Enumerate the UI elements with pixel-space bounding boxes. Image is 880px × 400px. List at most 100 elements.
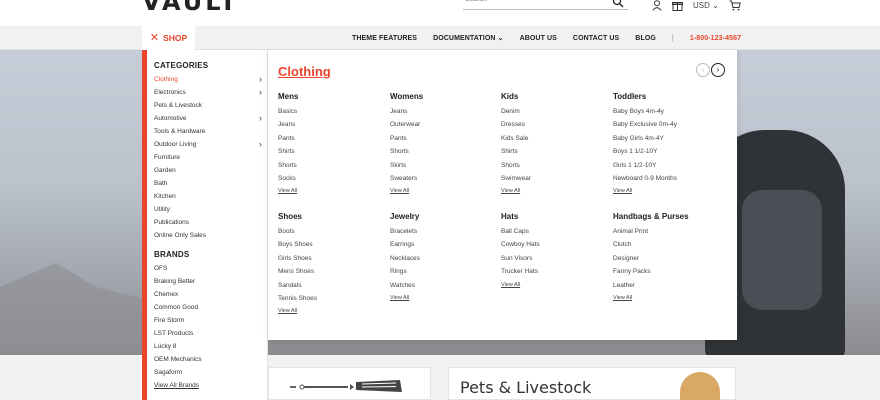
column-link[interactable]: Basics — [278, 105, 388, 118]
next-arrow-icon[interactable]: › — [711, 63, 725, 77]
nav-phone[interactable]: 1-800-123-4567 — [690, 35, 741, 42]
column-link[interactable]: Girls 1 1/2-10Y — [613, 159, 723, 172]
column-heading[interactable]: Toddlers — [613, 92, 723, 105]
column-link[interactable]: Socks — [278, 172, 388, 185]
column-link[interactable]: Sweaters — [390, 172, 500, 185]
column-heading[interactable]: Hats — [501, 212, 611, 225]
category-item[interactable]: Bath — [154, 177, 262, 190]
category-item[interactable]: Publications — [154, 216, 262, 229]
brand-item[interactable]: Fire Storm — [154, 314, 262, 327]
category-item[interactable]: Automotive › — [154, 112, 262, 125]
category-item[interactable]: Electronics › — [154, 86, 262, 99]
column-link[interactable]: Jeans — [278, 118, 388, 131]
column-link[interactable]: Fanny Packs — [613, 265, 723, 278]
nav-blog[interactable]: BLOG — [635, 35, 656, 42]
column-heading[interactable]: Handbags & Purses — [613, 212, 723, 225]
category-item[interactable]: Clothing › — [154, 73, 262, 86]
gift-icon[interactable] — [672, 0, 683, 11]
column-link[interactable]: Boys Shoes — [278, 238, 388, 251]
column-link[interactable]: Leather — [613, 279, 723, 292]
column-heading[interactable]: Kids — [501, 92, 611, 105]
search-icon[interactable] — [612, 0, 624, 8]
view-all-link[interactable]: View All — [278, 185, 388, 198]
user-icon[interactable] — [652, 0, 662, 11]
column-link[interactable]: Shirts — [501, 145, 611, 158]
column-heading[interactable]: Jewelry — [390, 212, 500, 225]
column-link[interactable]: Rings — [390, 265, 500, 278]
brand-item[interactable]: OEM Mechanics — [154, 353, 262, 366]
brand-item[interactable]: Common Good — [154, 301, 262, 314]
currency-selector[interactable]: USD ⌄ — [693, 1, 719, 10]
column-link[interactable]: Bracelets — [390, 225, 500, 238]
column-link[interactable]: Girls Shoes — [278, 252, 388, 265]
nav-documentation[interactable]: DOCUMENTATION ⌄ — [433, 34, 504, 42]
column-link[interactable]: Newboard 0-9 Months — [613, 172, 723, 185]
prev-arrow-icon[interactable]: ‹ — [696, 63, 710, 77]
category-item[interactable]: Outdoor Living › — [154, 138, 262, 151]
column-link[interactable]: Dresses — [501, 118, 611, 131]
column-link[interactable]: Pants — [278, 132, 388, 145]
column-heading[interactable]: Mens — [278, 92, 388, 105]
column-link[interactable]: Denim — [501, 105, 611, 118]
brand-item[interactable]: Lucky 8 — [154, 340, 262, 353]
column-link[interactable]: Shorts — [278, 159, 388, 172]
view-all-link[interactable]: View All — [501, 185, 611, 198]
column-link[interactable]: Shorts — [390, 145, 500, 158]
column-link[interactable]: Skirts — [390, 159, 500, 172]
brand-item[interactable]: Sagaform — [154, 366, 262, 379]
column-link[interactable]: Mens Shoes — [278, 265, 388, 278]
column-link[interactable]: Shirts — [278, 145, 388, 158]
mega-menu-title[interactable]: Clothing — [278, 64, 331, 79]
column-link[interactable]: Cowboy Hats — [501, 238, 611, 251]
column-link[interactable]: Trucker Hats — [501, 265, 611, 278]
brand-item[interactable]: Braking Better — [154, 275, 262, 288]
view-all-link[interactable]: View All — [278, 305, 388, 318]
view-all-link[interactable]: View All — [501, 279, 611, 292]
category-item[interactable]: Furniture — [154, 151, 262, 164]
search-input[interactable] — [465, 0, 605, 3]
nav-theme-features[interactable]: THEME FEATURES — [352, 35, 417, 42]
view-all-link[interactable]: View All — [613, 292, 723, 305]
column-link[interactable]: Jeans — [390, 105, 500, 118]
column-link[interactable]: Shorts — [501, 159, 611, 172]
column-link[interactable]: Baby Boys 4m-4y — [613, 105, 723, 118]
cart-icon[interactable] — [729, 0, 741, 11]
column-link[interactable]: Outerwear — [390, 118, 500, 131]
column-heading[interactable]: Shoes — [278, 212, 388, 225]
view-all-link[interactable]: View All — [613, 185, 723, 198]
column-link[interactable]: Clutch — [613, 238, 723, 251]
brand-item[interactable]: LST Products — [154, 327, 262, 340]
column-link[interactable]: Swimwear — [501, 172, 611, 185]
category-item[interactable]: Online Only Sales — [154, 229, 262, 242]
category-item[interactable]: Garden — [154, 164, 262, 177]
category-item[interactable]: Kitchen — [154, 190, 262, 203]
view-all-brands-link[interactable]: View All Brands — [154, 379, 262, 392]
column-link[interactable]: Baby Girls 4m-4Y — [613, 132, 723, 145]
column-link[interactable]: Watches — [390, 279, 500, 292]
brand-item[interactable]: OFS — [154, 262, 262, 275]
category-item[interactable]: Tools & Hardware — [154, 125, 262, 138]
column-link[interactable]: Tennis Shoes — [278, 292, 388, 305]
column-link[interactable]: Boots — [278, 225, 388, 238]
site-logo[interactable]: VAULT — [142, 0, 239, 16]
nav-about-us[interactable]: ABOUT US — [520, 35, 557, 42]
view-all-link[interactable]: View All — [390, 185, 500, 198]
brand-item[interactable]: Chemex — [154, 288, 262, 301]
column-link[interactable]: Animal Print — [613, 225, 723, 238]
column-heading[interactable]: Womens — [390, 92, 500, 105]
column-link[interactable]: Earrings — [390, 238, 500, 251]
nav-contact-us[interactable]: CONTACT US — [573, 35, 619, 42]
column-link[interactable]: Necklaces — [390, 252, 500, 265]
column-link[interactable]: Sandals — [278, 279, 388, 292]
column-link[interactable]: Kids Sale — [501, 132, 611, 145]
column-link[interactable]: Pants — [390, 132, 500, 145]
column-link[interactable]: Designer — [613, 252, 723, 265]
category-item[interactable]: Pets & Livestock — [154, 99, 262, 112]
shop-menu-button[interactable]: ✕ SHOP — [142, 26, 195, 50]
column-link[interactable]: Sun Visors — [501, 252, 611, 265]
column-link[interactable]: Boys 1 1/2-10Y — [613, 145, 723, 158]
column-link[interactable]: Baby Exclusive 0m-4y — [613, 118, 723, 131]
column-link[interactable]: Ball Caps — [501, 225, 611, 238]
view-all-link[interactable]: View All — [390, 292, 500, 305]
category-item[interactable]: Utility — [154, 203, 262, 216]
